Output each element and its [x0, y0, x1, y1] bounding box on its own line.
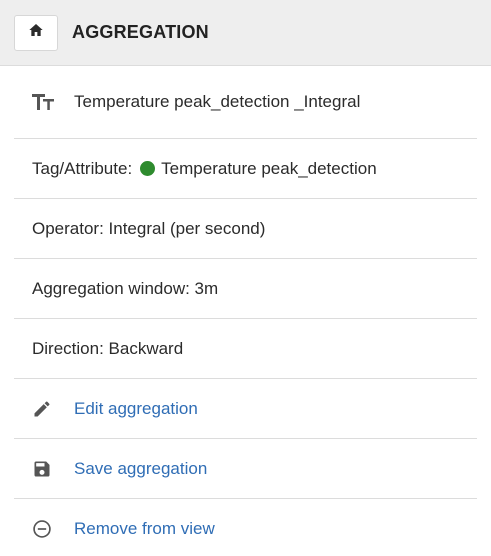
home-button[interactable] — [14, 14, 58, 51]
panel-title: AGGREGATION — [72, 22, 209, 42]
panel-header: AGGREGATION — [0, 0, 491, 66]
save-aggregation-action[interactable]: Save aggregation — [14, 439, 477, 499]
text-size-icon — [32, 93, 58, 111]
floppy-disk-icon — [32, 459, 58, 479]
operator-row: Operator: Integral (per second) — [14, 199, 477, 259]
operator-text: Operator: Integral (per second) — [32, 218, 266, 238]
aggregation-name: Temperature peak_detection _Integral — [74, 92, 361, 111]
aggregation-panel: AGGREGATION Temperature peak_detection _… — [0, 0, 491, 556]
direction-text: Direction: Backward — [32, 338, 184, 358]
remove-from-view-link[interactable]: Remove from view — [74, 519, 215, 539]
direction-row: Direction: Backward — [14, 319, 477, 379]
minus-circle-icon — [32, 519, 58, 539]
aggregation-details: Temperature peak_detection _Integral Tag… — [14, 66, 477, 556]
aggregation-name-row: Temperature peak_detection _Integral — [14, 66, 477, 139]
tag-status-dot — [140, 161, 156, 176]
tag-attribute-label: Tag/Attribute: — [32, 158, 133, 178]
home-icon — [28, 22, 44, 43]
aggregation-window-row: Aggregation window: 3m — [14, 259, 477, 319]
tag-attribute-row: Tag/Attribute: Temperature peak_detectio… — [14, 139, 477, 199]
pencil-icon — [32, 399, 58, 419]
edit-aggregation-link[interactable]: Edit aggregation — [74, 399, 198, 419]
edit-aggregation-action[interactable]: Edit aggregation — [14, 379, 477, 439]
tag-attribute-value: Temperature peak_detection — [161, 158, 377, 178]
save-aggregation-link[interactable]: Save aggregation — [74, 459, 207, 479]
aggregation-window-text: Aggregation window: 3m — [32, 278, 219, 298]
remove-from-view-action[interactable]: Remove from view — [14, 499, 477, 556]
